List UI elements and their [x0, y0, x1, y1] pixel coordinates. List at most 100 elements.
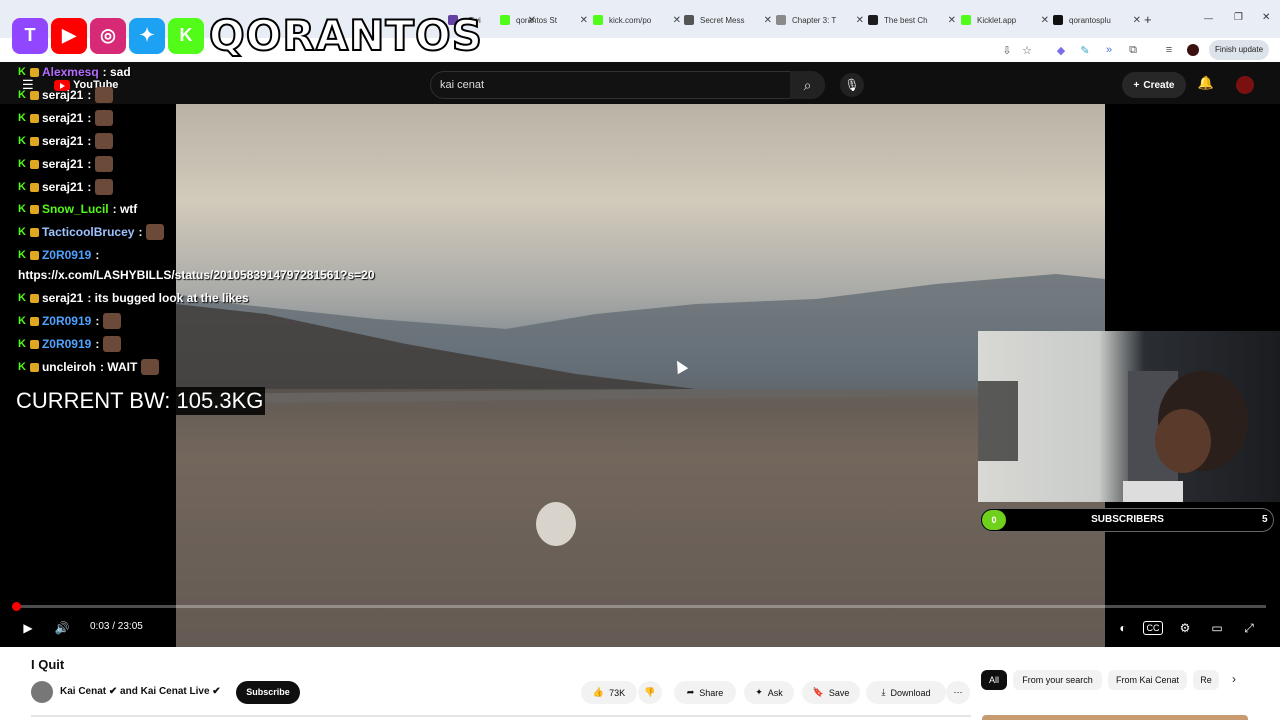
share-button[interactable]: ➦ Share [674, 681, 736, 704]
chat-emote-icon [103, 313, 122, 329]
chat-text: : [95, 314, 100, 328]
chat-username: seraj21 [41, 134, 84, 148]
account-avatar[interactable] [1236, 76, 1254, 94]
browser-tab[interactable]: kick.com/po ✕ [593, 8, 681, 32]
chat-message: K Z0R0919: [18, 334, 122, 354]
play-icon: ▶ [23, 621, 33, 635]
kick-badge-icon: K [18, 158, 26, 170]
chat-username: Alexmesq [41, 65, 99, 79]
create-button[interactable]: + Create [1122, 72, 1186, 98]
minimize-button[interactable]: — [1204, 13, 1213, 23]
kick-badge-icon: K [18, 135, 26, 147]
chat-username: seraj21 [41, 111, 84, 125]
bookmark-star-icon[interactable]: ☆ [1018, 41, 1036, 59]
browser-tab[interactable]: The best Ch ✕ [868, 8, 956, 32]
extension-icon[interactable]: ✎ [1076, 41, 1094, 59]
tab-favicon-icon [684, 15, 694, 25]
chat-message: Kseraj21: [18, 131, 114, 151]
settings-button[interactable]: ⚙ [1175, 618, 1195, 638]
chip-all[interactable]: All [981, 670, 1007, 690]
chat-badge-icon [29, 182, 39, 192]
progress-bar[interactable] [14, 605, 1266, 608]
subscriber-goal-target: 5 [1262, 514, 1268, 525]
reading-list-icon[interactable]: ≡ [1160, 41, 1178, 59]
chat-username: Z0R0919 [41, 337, 92, 351]
chat-username: seraj21 [41, 88, 84, 102]
tab-close-icon[interactable]: ✕ [673, 15, 681, 26]
save-button[interactable]: 🔖 Save [802, 681, 860, 704]
install-icon[interactable]: ⇩ [998, 41, 1016, 59]
chip-from-your-search[interactable]: From your search [1013, 670, 1102, 690]
chat-text: : [138, 225, 143, 239]
extension-icon[interactable]: ◆ [1052, 41, 1070, 59]
chat-username: Z0R0919 [41, 314, 92, 328]
browser-tab[interactable]: qorantos St ✕ [500, 8, 588, 32]
webcam-feed [978, 331, 1280, 502]
autoplay-toggle[interactable]: ◐ [1112, 618, 1134, 638]
scrubber-handle[interactable] [12, 602, 21, 611]
chat-username: Snow_Lucil [41, 202, 109, 216]
gear-icon: ⚙ [1179, 621, 1191, 635]
extensions-puzzle-icon[interactable]: ⧉ [1124, 41, 1142, 59]
chat-message: K Z0R0919: [18, 311, 122, 331]
finish-update-button[interactable]: Finish update [1209, 40, 1270, 60]
volume-button[interactable]: 🔊 [52, 618, 72, 638]
channel-avatar[interactable] [31, 681, 53, 703]
share-label: Share [699, 687, 724, 698]
bodyweight-label: CURRENT BW: 105.3KG [14, 387, 266, 415]
subscribe-button[interactable]: Subscribe [236, 681, 300, 704]
notifications-bell-icon[interactable]: 🔔 [1196, 75, 1216, 95]
like-button[interactable]: 👍 73K [581, 681, 637, 704]
chat-emote-icon [95, 133, 114, 149]
kick-badge-icon: K [18, 226, 26, 238]
fullscreen-button[interactable]: ⤢ [1239, 618, 1259, 638]
chat-badge-icon [29, 316, 39, 326]
ask-button[interactable]: ✦ Ask [744, 681, 794, 704]
tab-close-icon[interactable]: ✕ [1041, 15, 1049, 26]
voice-search-button[interactable]: 🎙 [840, 73, 864, 97]
share-icon: ➦ [686, 687, 695, 697]
chip-from-kai-cenat[interactable]: From Kai Cenat [1108, 670, 1187, 690]
tab-close-icon[interactable]: ✕ [764, 15, 772, 26]
recommended-thumbnail[interactable] [982, 715, 1248, 720]
chat-username: Z0R0919 [41, 248, 92, 262]
chat-message: Kseraj21: [18, 108, 114, 128]
chip-related[interactable]: Re [1193, 670, 1219, 690]
tab-close-icon[interactable]: ✕ [948, 15, 956, 26]
play-button[interactable]: ▶ [18, 618, 38, 638]
tab-close-icon[interactable]: ✕ [1133, 15, 1141, 26]
chat-text: : its bugged look at the likes [87, 291, 249, 305]
download-button[interactable]: ⤓ Download [866, 681, 946, 704]
search-input[interactable] [430, 71, 825, 99]
channel-name[interactable]: Kai Cenat ✔ and Kai Cenat Live ✔ [60, 686, 221, 697]
tab-close-icon[interactable]: ✕ [856, 15, 864, 26]
search-button[interactable]: ⌕ [790, 71, 825, 99]
ask-label: Ask [767, 687, 783, 698]
theater-mode-button[interactable]: ▭ [1207, 618, 1227, 638]
close-window-button[interactable]: ✕ [1262, 12, 1270, 23]
kick-badge-icon: K [18, 292, 26, 304]
extension-icon[interactable]: » [1100, 41, 1118, 59]
maximize-button[interactable]: ❐ [1234, 12, 1243, 23]
chat-text: : [87, 88, 92, 102]
browser-tab[interactable]: Kicklet.app ✕ [961, 8, 1049, 32]
new-tab-button[interactable]: + [1144, 12, 1152, 27]
profile-avatar[interactable] [1184, 41, 1202, 59]
browser-tab[interactable]: Chapter 3: T ✕ [776, 8, 864, 32]
dislike-button[interactable]: 👎 [638, 681, 662, 704]
save-label: Save [828, 687, 850, 698]
chat-username: uncleiroh [41, 360, 96, 374]
chat-emote-icon [141, 359, 160, 375]
chat-message: Kseraj21: its bugged look at the likes [18, 288, 249, 308]
browser-tab[interactable]: Secret Mess ✕ [684, 8, 772, 32]
browser-tab[interactable]: qorantosplu ✕ [1053, 8, 1141, 32]
tab-close-icon[interactable]: ✕ [580, 15, 588, 26]
chat-username: seraj21 [41, 180, 84, 194]
captions-button[interactable]: CC [1143, 621, 1163, 635]
sparkle-icon: ✦ [755, 687, 763, 697]
chevron-right-icon[interactable]: › [1226, 672, 1242, 688]
more-actions-button[interactable]: ⋯ [946, 681, 970, 704]
video-frame[interactable] [176, 104, 1105, 647]
download-label: Download [890, 687, 931, 698]
youtube-logo: ▶ [51, 17, 87, 54]
